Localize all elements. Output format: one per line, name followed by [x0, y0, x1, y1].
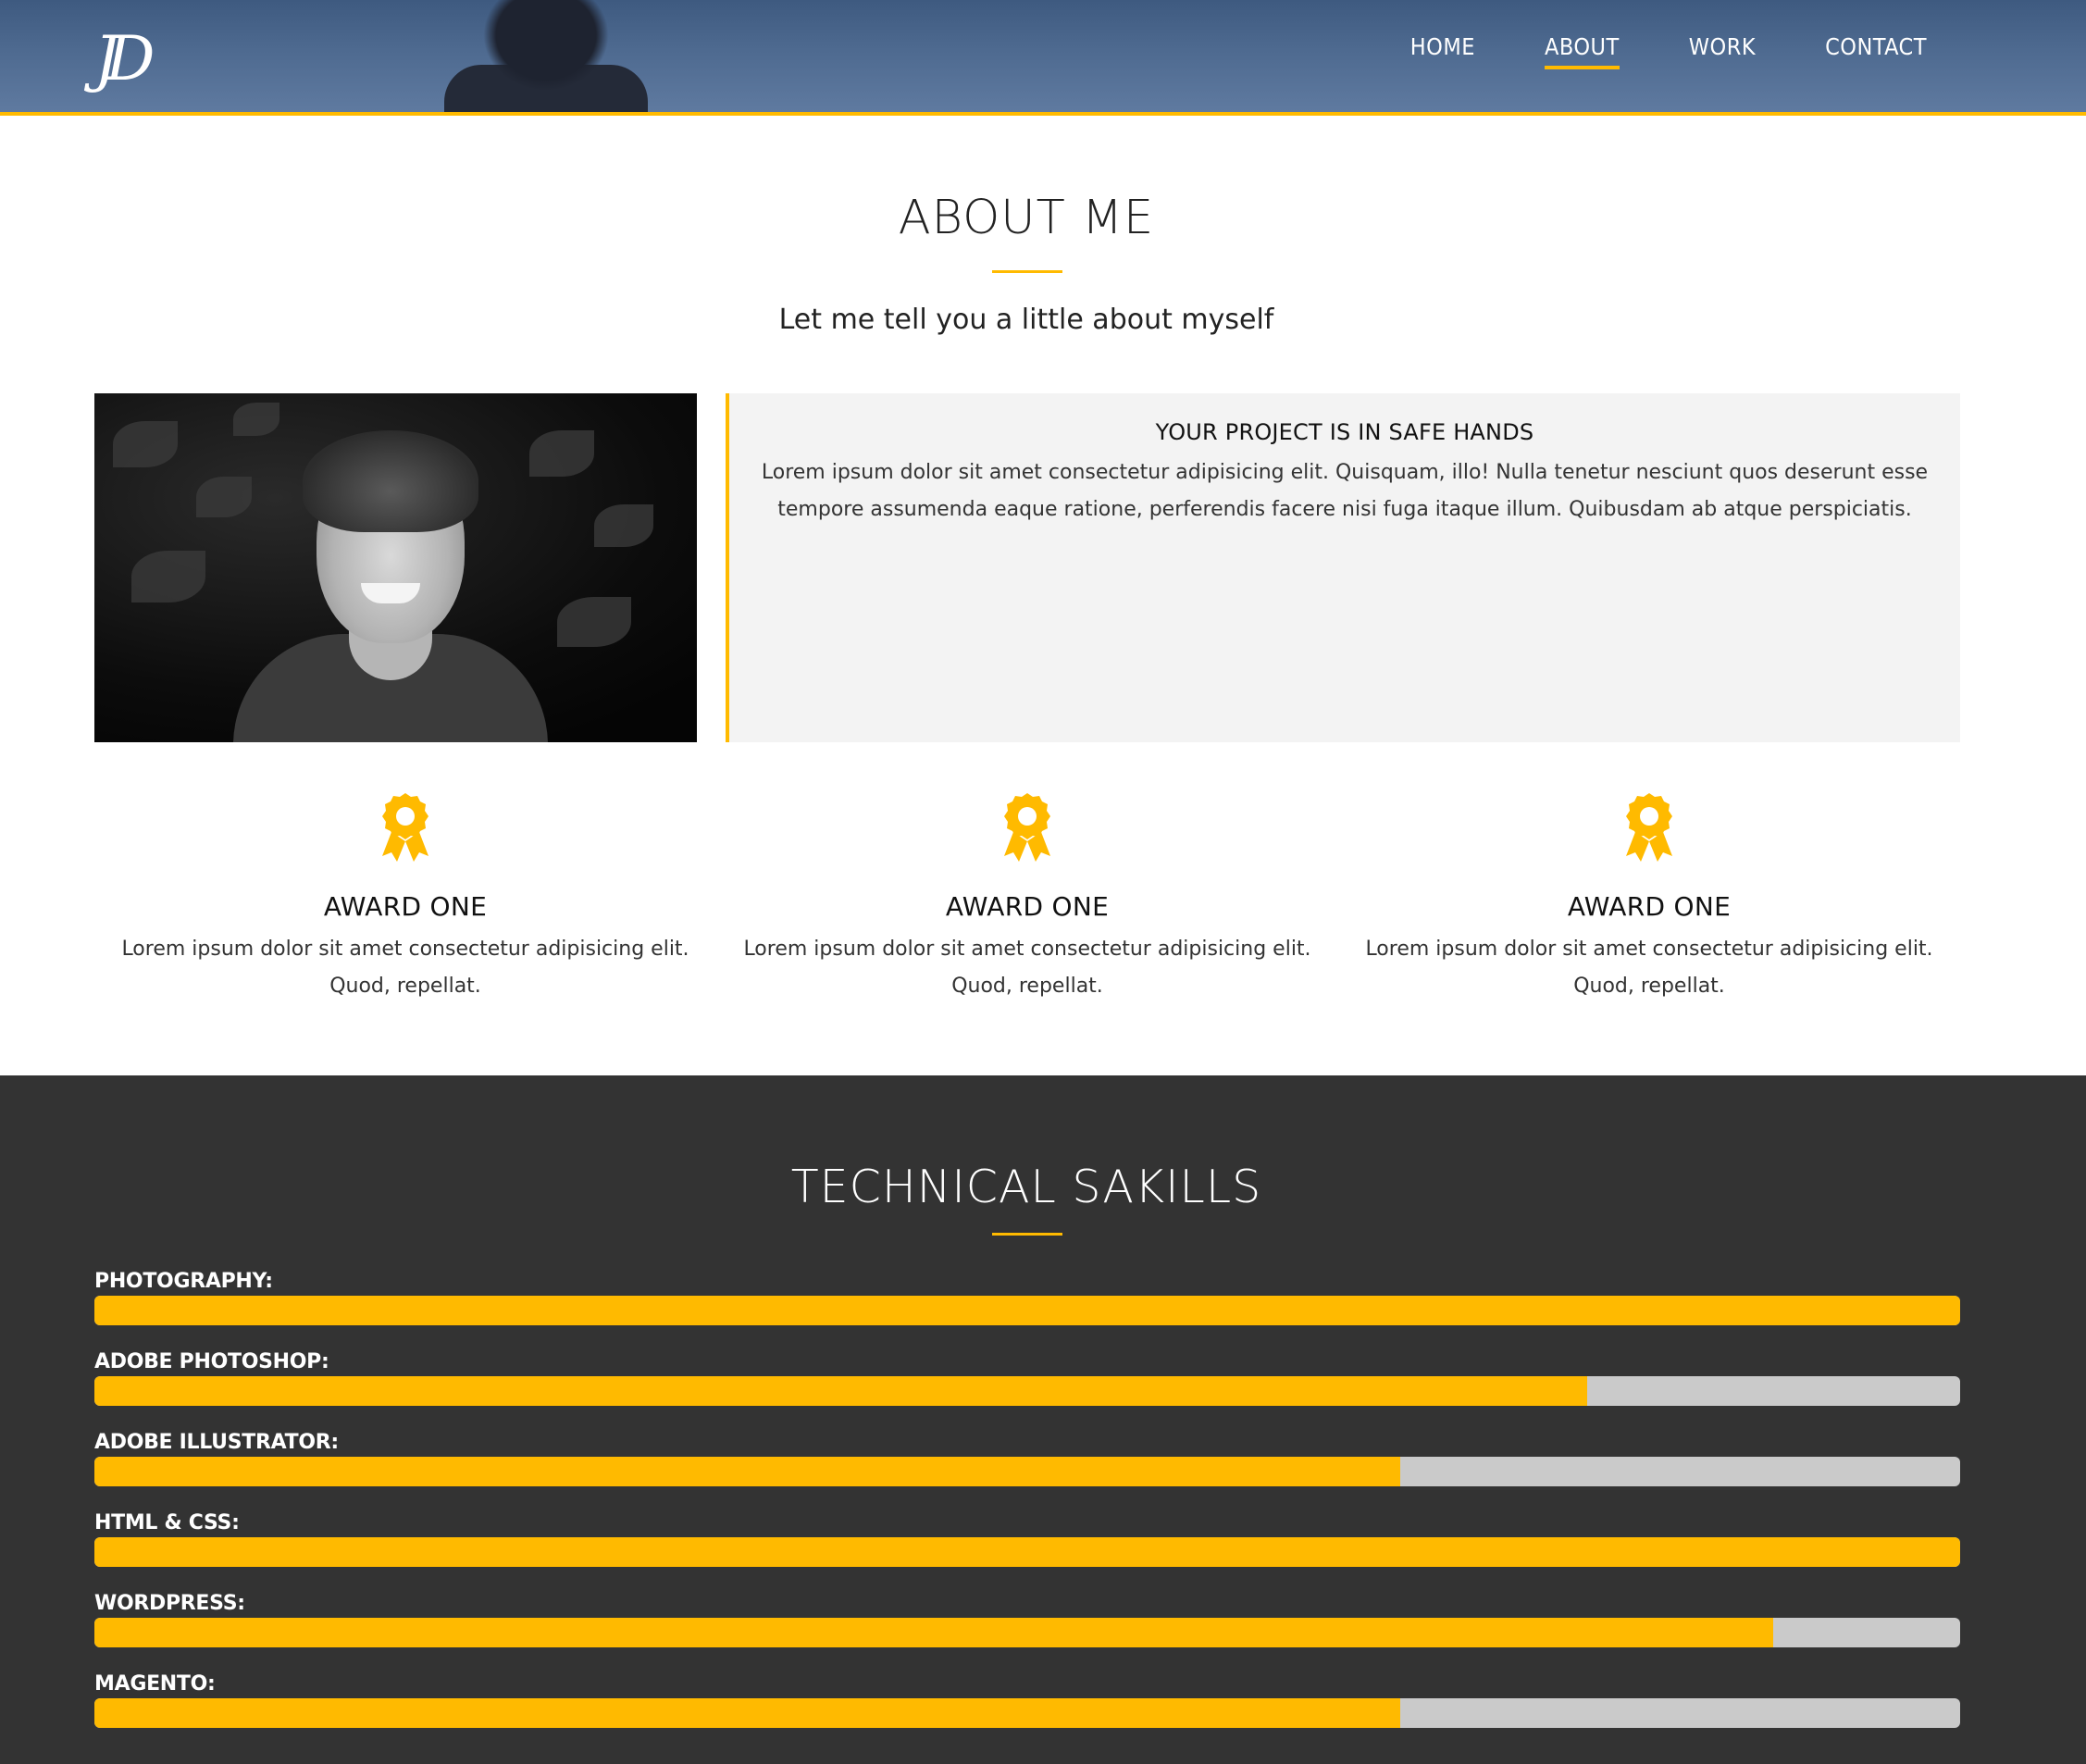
info-box-text: Lorem ipsum dolor sit amet consectetur a… [761, 461, 1929, 521]
awards-row: AWARD ONE Lorem ipsum dolor sit amet con… [94, 791, 1960, 1005]
about-title: ABOUT ME [898, 191, 1155, 245]
info-box: YOUR PROJECT IS IN SAFE HANDS Lorem ipsu… [726, 393, 1960, 742]
skill-label: MAGENTO: [94, 1672, 216, 1696]
award-title: AWARD ONE [323, 891, 488, 922]
info-box-title: YOUR PROJECT IS IN SAFE HANDS [1155, 419, 1534, 445]
skill-label: HTML & CSS: [94, 1511, 240, 1534]
award-card: AWARD ONE Lorem ipsum dolor sit amet con… [94, 791, 716, 1005]
photo-foliage [594, 504, 653, 547]
nav-work[interactable]: WORK [1689, 33, 1756, 69]
about-subtitle: Let me tell you a little about myself [778, 304, 1274, 336]
photo-foliage [233, 403, 279, 436]
skill-progress-bar [94, 1296, 1960, 1325]
award-title: AWARD ONE [945, 891, 1110, 922]
nav-home[interactable]: HOME [1410, 33, 1475, 69]
award-ribbon-icon [382, 793, 428, 862]
site-logo[interactable]: JD [94, 22, 196, 96]
skill-item: HTML & CSS: [94, 1504, 1960, 1584]
nav-contact[interactable]: CONTACT [1825, 33, 1927, 69]
skill-progress-bar [94, 1618, 1960, 1647]
photo-foliage [131, 551, 205, 602]
about-title-underline [992, 270, 1062, 273]
skill-progress-fill [94, 1376, 1587, 1406]
skill-progress-fill [94, 1618, 1774, 1647]
award-card: AWARD ONE Lorem ipsum dolor sit amet con… [1338, 791, 1960, 1005]
skill-label: WORDPRESS: [94, 1592, 245, 1615]
skill-progress-bar [94, 1537, 1960, 1567]
skill-label: ADOBE ILLUSTRATOR: [94, 1431, 339, 1454]
skill-progress-fill [94, 1457, 1401, 1486]
skill-progress-fill [94, 1698, 1401, 1728]
skill-progress-fill [94, 1296, 1960, 1325]
photo-foliage [557, 597, 631, 647]
profile-photo [94, 393, 697, 742]
skill-label: PHOTOGRAPHY: [94, 1270, 273, 1293]
main-nav: HOME ABOUT WORK CONTACT [1341, 33, 1927, 69]
award-title: AWARD ONE [1567, 891, 1732, 922]
skill-list: PHOTOGRAPHY: ADOBE PHOTOSHOP: ADOBE ILLU… [94, 1262, 1960, 1745]
award-text: Lorem ipsum dolor sit amet consectetur a… [1365, 938, 1933, 998]
award-ribbon-icon [1004, 793, 1050, 862]
skill-progress-bar [94, 1698, 1960, 1728]
skill-item: MAGENTO: [94, 1665, 1960, 1745]
skill-item: PHOTOGRAPHY: [94, 1262, 1960, 1343]
site-header: JD HOME ABOUT WORK CONTACT [0, 0, 2086, 116]
photo-foliage [529, 430, 594, 477]
photo-person-hair [303, 430, 478, 532]
skill-label: ADOBE PHOTOSHOP: [94, 1350, 329, 1373]
skills-section: TECHNICAL SAKILLS PHOTOGRAPHY: ADOBE PHO… [0, 1075, 2086, 1764]
skill-item: ADOBE ILLUSTRATOR: [94, 1423, 1960, 1504]
skills-title: TECHNICAL SAKILLS [790, 1161, 1262, 1213]
skills-title-underline [992, 1233, 1062, 1236]
header-background-head [463, 0, 629, 112]
photo-foliage [113, 421, 178, 467]
award-ribbon-icon [1626, 793, 1672, 862]
award-text: Lorem ipsum dolor sit amet consectetur a… [121, 938, 689, 998]
skill-item: ADOBE PHOTOSHOP: [94, 1343, 1960, 1423]
award-text: Lorem ipsum dolor sit amet consectetur a… [743, 938, 1311, 998]
skill-item: WORDPRESS: [94, 1584, 1960, 1665]
photo-foliage [196, 477, 252, 517]
skill-progress-bar [94, 1376, 1960, 1406]
award-card: AWARD ONE Lorem ipsum dolor sit amet con… [716, 791, 1338, 1005]
skill-progress-bar [94, 1457, 1960, 1486]
nav-about[interactable]: ABOUT [1544, 33, 1620, 69]
skill-progress-fill [94, 1537, 1960, 1567]
